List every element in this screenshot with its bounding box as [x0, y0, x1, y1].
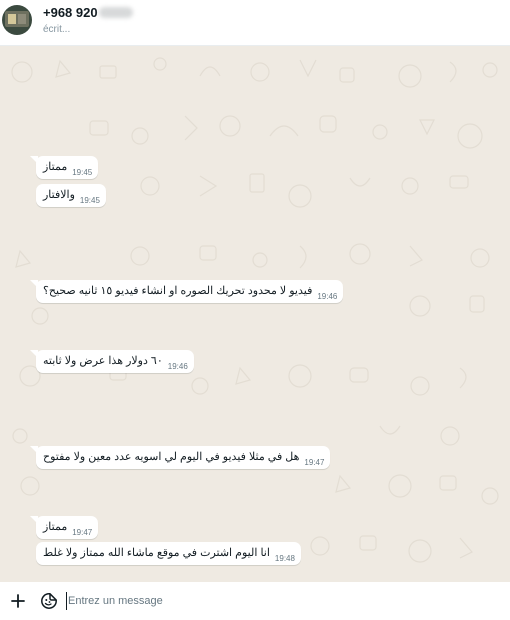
message-time: 19:46 — [317, 292, 338, 301]
message-bubble[interactable]: والافتار 19:45 — [36, 184, 106, 207]
message-text: ممتاز — [43, 161, 68, 173]
message-time: 19:48 — [274, 554, 295, 563]
sticker-icon — [41, 593, 57, 609]
message-time: 19:45 — [79, 196, 100, 205]
message-time: 19:46 — [167, 362, 188, 371]
message-text: والافتار — [43, 189, 75, 201]
message-bubble[interactable]: ٦٠ دولار هذا عرض ولا ثابته 19:46 — [30, 350, 194, 373]
plus-icon — [11, 594, 25, 608]
message-time: 19:45 — [72, 168, 93, 177]
attach-button[interactable] — [9, 592, 27, 610]
contact-phone: +968 920 — [43, 5, 98, 20]
message-input[interactable] — [66, 592, 488, 610]
message-bubble[interactable]: ممتاز 19:47 — [29, 516, 99, 539]
wallpaper-pattern — [11, 57, 499, 563]
contact-name[interactable]: +968 920 — [43, 5, 133, 20]
chat-area[interactable]: ممتاز 19:45 والافتار 19:45 فيديو لا محدود … — [0, 46, 510, 582]
message-time: 19:47 — [72, 528, 93, 537]
message-time: 19:47 — [304, 458, 325, 467]
redacted-digits — [98, 7, 133, 18]
message-text: انا اليوم اشترت في موقع ماشاء الله ممتاز… — [43, 547, 270, 559]
chat-header: +968 920 écrit... — [0, 0, 510, 46]
message-bubble[interactable]: ممتاز 19:45 — [29, 156, 99, 179]
message-bubble[interactable]: هل في مثلا فيديو في اليوم لي اسويه عدد م… — [29, 446, 331, 469]
message-text: هل في مثلا فيديو في اليوم لي اسويه عدد م… — [43, 451, 300, 463]
message-text: فيديو لا محدود تحريك الصوره او انشاء فيد… — [43, 285, 313, 297]
message-bubble[interactable]: فيديو لا محدود تحريك الصوره او انشاء فيد… — [29, 280, 344, 303]
message-text: ممتاز — [43, 521, 68, 533]
message-bubble[interactable]: انا اليوم اشترت في موقع ماشاء الله ممتاز… — [36, 542, 301, 565]
message-text: ٦٠ دولار هذا عرض ولا ثابته — [43, 355, 163, 367]
sticker-button[interactable] — [40, 592, 58, 610]
avatar[interactable] — [2, 5, 32, 35]
typing-status: écrit... — [43, 24, 71, 35]
message-composer — [0, 582, 510, 620]
